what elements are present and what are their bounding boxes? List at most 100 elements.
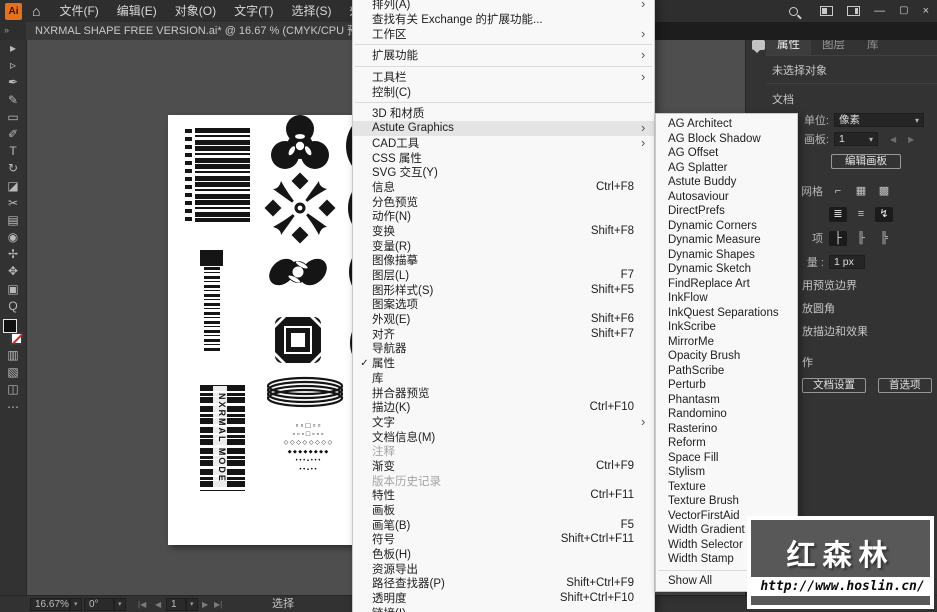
edit-artboards-button[interactable]: 编辑画板 [831, 154, 901, 169]
next-artboard-icon[interactable]: ▶ [908, 135, 914, 144]
submenu-item-phantasm[interactable]: Phantasm [656, 393, 797, 408]
rectangle-tool-icon[interactable]: ▭ [3, 109, 24, 126]
submenu-item-inkquest-separations[interactable]: InkQuest Separations [656, 306, 797, 321]
artboard-number-field[interactable]: 1 [166, 598, 186, 611]
menubar-item-file[interactable]: 文件(F) [50, 0, 107, 22]
gradient-tool-icon[interactable]: ▤ [3, 212, 24, 229]
zoom-tool-icon[interactable]: Q [3, 298, 24, 315]
menu-item-separations-preview[interactable]: 分色预览 [353, 194, 654, 209]
workspace-switcher-icon[interactable] [847, 6, 861, 16]
submenu-item-texture[interactable]: Texture [656, 480, 797, 495]
keyboard-increment-field[interactable]: 1 px [829, 255, 865, 269]
menu-item-document-info[interactable]: 文档信息(M) [353, 429, 654, 444]
smart-guides-icon[interactable]: ≡ [852, 207, 870, 222]
submenu-item-dynamic-shapes[interactable]: Dynamic Shapes [656, 248, 797, 263]
maximize-button[interactable]: ▢ [899, 0, 908, 22]
unit-select[interactable]: 像素 ▾ [834, 113, 924, 127]
menubar-item-type[interactable]: 文字(T) [225, 0, 282, 22]
more-tools-icon[interactable]: ⋯ [3, 399, 24, 416]
submenu-item-mirrorme[interactable]: MirrorMe [656, 335, 797, 350]
artboard-tool-icon[interactable]: ▣ [3, 281, 24, 298]
menu-item-appearance[interactable]: 外观(E) Shift+F6 [353, 312, 654, 327]
color-mode-icon[interactable]: ▥ [3, 347, 24, 364]
menu-item-libraries[interactable]: 库 [353, 371, 654, 386]
menu-item-graphic-styles[interactable]: 图形样式(S) Shift+F5 [353, 282, 654, 297]
menubar-item-edit[interactable]: 编辑(E) [108, 0, 166, 22]
blend-tool-icon[interactable]: ✢ [3, 246, 24, 263]
menu-item-control[interactable]: 控制(C) [353, 84, 654, 99]
submenu-item-astute-buddy[interactable]: Astute Buddy [656, 175, 797, 190]
guides-icon[interactable]: ≣ [829, 207, 847, 222]
menu-item-variables[interactable]: 变量(R) [353, 238, 654, 253]
first-artboard-icon[interactable]: |◀ [138, 598, 146, 611]
menu-item-workspace[interactable]: 工作区 › [353, 26, 654, 41]
menubar-item-object[interactable]: 对象(O) [166, 0, 225, 22]
submenu-item-opacity-brush[interactable]: Opacity Brush [656, 349, 797, 364]
menu-item-gradient[interactable]: 渐变 Ctrl+F9 [353, 459, 654, 474]
menu-item-navigator[interactable]: 导航器 [353, 341, 654, 356]
menu-item-image-trace[interactable]: 图像描摹 [353, 253, 654, 268]
menu-item-properties[interactable]: ✓ 属性 [353, 356, 654, 371]
menu-item-transparency[interactable]: 透明度 Shift+Ctrl+F10 [353, 591, 654, 606]
minimize-button[interactable]: — [874, 0, 885, 22]
menu-item-asset-export[interactable]: 资源导出 [353, 561, 654, 576]
artboard-dropdown-icon[interactable]: ▾ [186, 598, 198, 611]
pen-tool-icon[interactable]: ✒ [3, 74, 24, 91]
last-artboard-icon[interactable]: ▶| [214, 598, 222, 611]
rotate-tool-icon[interactable]: ↻ [3, 160, 24, 177]
menu-item-actions[interactable]: 动作(N) [353, 209, 654, 224]
menu-item-3d-materials[interactable]: 3D 和材质 [353, 106, 654, 121]
hand-tool-icon[interactable]: ✥ [3, 263, 24, 280]
previous-artboard-icon[interactable]: ◀ [155, 598, 161, 611]
menu-item-pathfinder[interactable]: 路径查找器(P) Shift+Ctrl+F9 [353, 576, 654, 591]
grid-icon[interactable]: ▦ [852, 184, 870, 199]
menu-item-info[interactable]: 信息 Ctrl+F8 [353, 180, 654, 195]
menu-item-brushes[interactable]: 画笔(B) F5 [353, 517, 654, 532]
arrange-documents-icon[interactable] [820, 6, 834, 16]
menu-item-links[interactable]: 链接(I) [353, 606, 654, 612]
submenu-item-directprefs[interactable]: DirectPrefs [656, 204, 797, 219]
previous-artboard-icon[interactable]: ◀ [890, 135, 896, 144]
document-tab[interactable]: NXRMAL SHAPE FREE VERSION.ai* @ 16.67 % … [26, 22, 398, 40]
menu-item-cad-tools[interactable]: CAD工具 › [353, 136, 654, 151]
submenu-item-texture-brush[interactable]: Texture Brush [656, 494, 797, 509]
submenu-item-dynamic-sketch[interactable]: Dynamic Sketch [656, 262, 797, 277]
menu-item-stroke[interactable]: 描边(K) Ctrl+F10 [353, 400, 654, 415]
stroke-color-swatch[interactable] [10, 332, 23, 345]
submenu-item-ag-architect[interactable]: AG Architect [656, 117, 797, 132]
menu-item-symbols[interactable]: 符号 Shift+Ctrl+F11 [353, 532, 654, 547]
curvature-tool-icon[interactable]: ✎ [3, 92, 24, 109]
type-tool-icon[interactable]: T [3, 143, 24, 160]
eraser-tool-icon[interactable]: ◪ [3, 178, 24, 195]
paintbrush-tool-icon[interactable]: ✐ [3, 126, 24, 143]
fill-color-swatch[interactable] [3, 319, 17, 333]
menu-item-extensions[interactable]: 扩展功能 › [353, 48, 654, 63]
home-icon[interactable]: ⌂ [32, 3, 40, 19]
menu-item-swatches[interactable]: 色板(H) [353, 547, 654, 562]
menu-item-find-extensions[interactable]: 查找有关 Exchange 的扩展功能... [353, 12, 654, 27]
menubar-item-select[interactable]: 选择(S) [282, 0, 340, 22]
menu-item-svg-interactivity[interactable]: SVG 交互(Y) [353, 165, 654, 180]
menu-item-flattener-preview[interactable]: 拼合器预览 [353, 385, 654, 400]
submenu-item-stylism[interactable]: Stylism [656, 465, 797, 480]
zoom-dropdown-icon[interactable]: ▾ [70, 598, 82, 611]
transparency-grid-icon[interactable]: ▩ [875, 184, 893, 199]
rulers-icon[interactable]: ⌐ [829, 184, 847, 199]
submenu-item-inkflow[interactable]: InkFlow [656, 291, 797, 306]
menu-item-pattern-options[interactable]: 图案选项 [353, 297, 654, 312]
artboard-select[interactable]: 1 ▾ [834, 132, 878, 146]
rotation-dropdown-icon[interactable]: ▾ [114, 598, 126, 611]
submenu-item-perturb[interactable]: Perturb [656, 378, 797, 393]
zoom-level-field[interactable]: 16.67% [30, 598, 70, 611]
drawing-mode-icon[interactable]: ▧ [3, 364, 24, 381]
menu-item-align[interactable]: 对齐 Shift+F7 [353, 326, 654, 341]
menu-item-type-menu[interactable]: 文字 › [353, 415, 654, 430]
submenu-item-pathscribe[interactable]: PathScribe [656, 364, 797, 379]
submenu-item-inkscribe[interactable]: InkScribe [656, 320, 797, 335]
submenu-item-ag-offset[interactable]: AG Offset [656, 146, 797, 161]
submenu-item-space-fill[interactable]: Space Fill [656, 451, 797, 466]
submenu-item-ag-splatter[interactable]: AG Splatter [656, 161, 797, 176]
menu-item-transform[interactable]: 变换 Shift+F8 [353, 224, 654, 239]
search-icon[interactable] [789, 6, 799, 16]
submenu-item-randomino[interactable]: Randomino [656, 407, 797, 422]
